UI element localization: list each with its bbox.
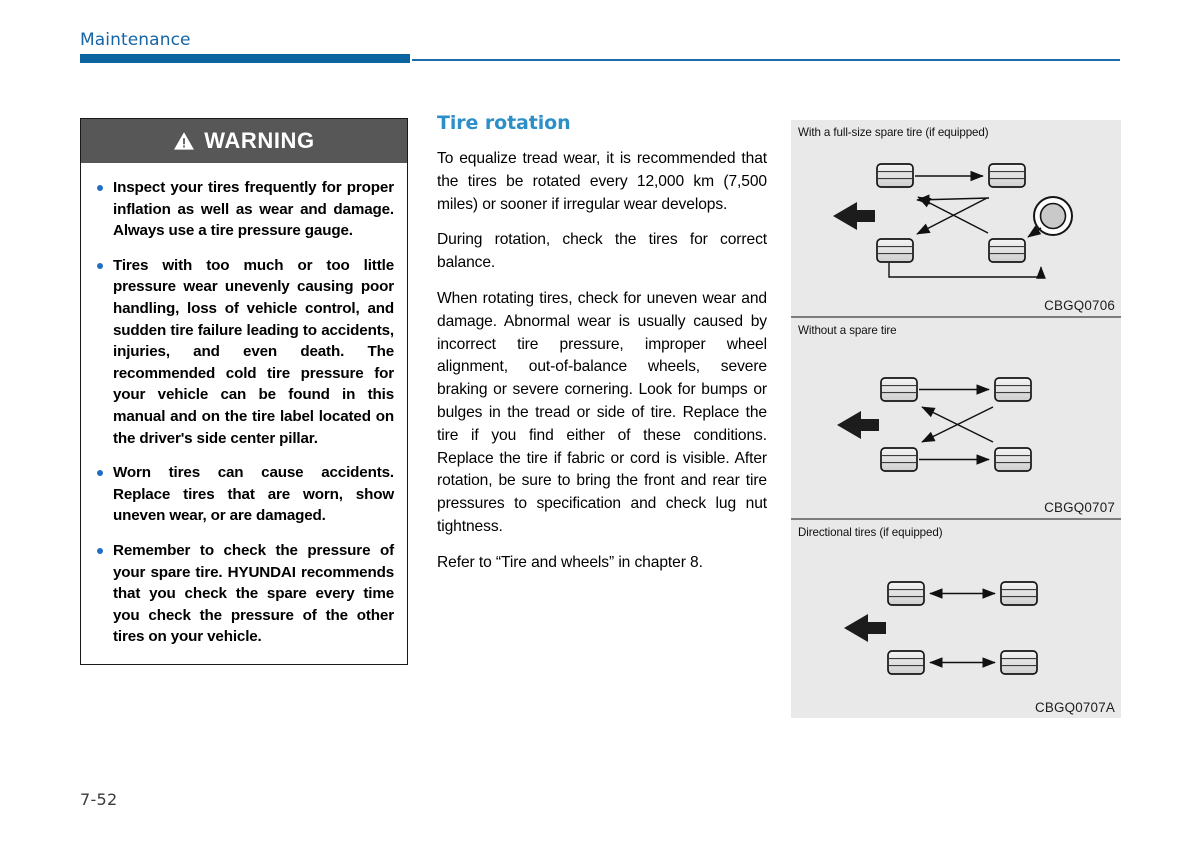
list-item: Worn tires can cause accidents. Replace … bbox=[91, 462, 394, 527]
figure-caption: Without a spare tire bbox=[798, 324, 897, 337]
figure-code: CBGQ0707 bbox=[1044, 500, 1115, 515]
tire-rotation-diagram-directional bbox=[844, 581, 1038, 675]
warning-list: Inspect your tires frequently for proper… bbox=[91, 177, 394, 648]
warning-title: WARNING bbox=[204, 128, 315, 153]
main-text-column: Tire rotation To equalize tread wear, it… bbox=[437, 112, 767, 575]
warning-triangle-icon bbox=[173, 131, 195, 151]
tire-rotation-diagram-with-spare bbox=[833, 163, 1073, 279]
chapter-title: Maintenance bbox=[80, 30, 191, 50]
direction-arrow-icon bbox=[837, 411, 879, 439]
list-item: Remember to check the pressure of your s… bbox=[91, 540, 394, 648]
paragraph: During rotation, check the tires for cor… bbox=[437, 231, 767, 272]
direction-arrow-icon bbox=[833, 202, 875, 230]
figure-caption: With a full-size spare tire (if equipped… bbox=[798, 126, 989, 139]
direction-arrow-icon bbox=[844, 614, 886, 642]
figure-code: CBGQ0707A bbox=[1035, 700, 1115, 715]
warning-box-header: WARNING bbox=[81, 119, 407, 163]
paragraph: Refer to “Tire and wheels” in chapter 8. bbox=[437, 553, 703, 571]
section-heading: Tire rotation bbox=[437, 112, 571, 134]
header-rule-thin bbox=[412, 59, 1120, 61]
figure-directional-tires: Directional tires (if equipped) CBGQ0707… bbox=[791, 520, 1121, 718]
figure-without-spare-tire: Without a spare tire CBGQ0707 bbox=[791, 318, 1121, 520]
paragraph: To equalize tread wear, it is recommende… bbox=[437, 150, 767, 213]
tire-rotation-diagram-no-spare bbox=[837, 377, 1032, 472]
warning-box-body: Inspect your tires frequently for proper… bbox=[81, 163, 407, 664]
header-rule-thick bbox=[80, 54, 410, 63]
page-header: Maintenance bbox=[80, 30, 1120, 66]
warning-box: WARNING Inspect your tires frequently fo… bbox=[80, 118, 408, 665]
figure-code: CBGQ0706 bbox=[1044, 298, 1115, 313]
paragraph: When rotating tires, check for uneven we… bbox=[437, 289, 767, 535]
page-number: 7-52 bbox=[80, 790, 118, 809]
figures-column: With a full-size spare tire (if equipped… bbox=[791, 120, 1121, 718]
left-column: WARNING Inspect your tires frequently fo… bbox=[80, 118, 408, 665]
figure-caption: Directional tires (if equipped) bbox=[798, 526, 943, 539]
list-item: Tires with too much or too little pressu… bbox=[91, 255, 394, 449]
list-item: Inspect your tires frequently for proper… bbox=[91, 177, 394, 242]
figure-with-spare-tire: With a full-size spare tire (if equipped… bbox=[791, 120, 1121, 318]
